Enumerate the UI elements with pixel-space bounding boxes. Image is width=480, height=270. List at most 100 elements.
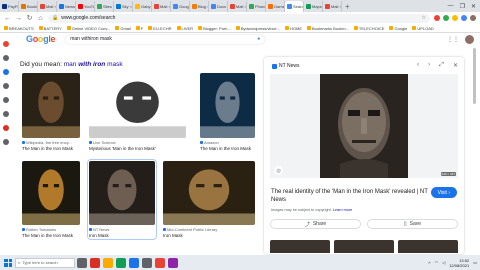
notifications-icon[interactable]: ▭ [473, 260, 477, 265]
browser-tab[interactable]: Games× [266, 1, 285, 12]
home-icon[interactable]: ⌂ [37, 15, 44, 22]
clock[interactable]: 13:52 12/08/2021 [449, 258, 469, 268]
sidebar-icon[interactable] [3, 69, 9, 75]
browser-tab[interactable]: Maps× [304, 1, 323, 12]
result-thumbnail[interactable] [89, 73, 186, 138]
related-image[interactable] [398, 240, 458, 253]
sidebar-icon[interactable] [3, 55, 9, 61]
result-title[interactable]: The Man in the Iron Mask [22, 146, 80, 151]
next-icon[interactable]: › [428, 62, 430, 69]
extension-icon[interactable] [452, 15, 458, 21]
browser-tab[interactable]: Sky × [114, 1, 133, 12]
file-explorer-icon[interactable] [103, 257, 113, 268]
taskbar-search[interactable]: ⌕ Type here to search [15, 257, 75, 268]
browser-tab[interactable]: Mail × [152, 1, 171, 12]
browser-tab[interactable]: PayPal× [0, 1, 19, 12]
preview-source[interactable]: NT News [272, 63, 299, 69]
apps-grid-icon[interactable]: ⋮⋮ [447, 36, 459, 43]
edge-icon[interactable] [116, 257, 126, 268]
browser-tab[interactable]: Blog× [190, 1, 209, 12]
result-thumbnail[interactable] [163, 161, 255, 225]
scrollbar-thumb[interactable] [473, 48, 476, 104]
image-result[interactable]: Live Science Mysterious 'Man in the Iron… [89, 73, 186, 151]
browser-tab[interactable]: Docs× [209, 1, 228, 12]
result-title[interactable]: Iron Mask [163, 233, 255, 238]
save-button[interactable]: ▯ Save [367, 219, 458, 229]
result-title[interactable]: Iron Mask [89, 233, 155, 238]
chrome-icon[interactable] [155, 257, 165, 268]
preview-image[interactable]: 640 × 427 ◎ [270, 74, 458, 178]
sidebar-icon[interactable] [3, 125, 9, 131]
result-thumbnail[interactable] [22, 73, 80, 138]
bookmark-item[interactable]: Bydwordpress/vince... [235, 26, 280, 31]
reload-icon[interactable]: ↻ [26, 14, 33, 22]
image-result[interactable]: Amazon The Man in the Iron Mask [200, 73, 255, 151]
browser-tab[interactable]: Photos× [247, 1, 266, 12]
visit-button[interactable]: Visit › [430, 187, 457, 198]
image-result[interactable]: Mid-Continent Public Library Iron Mask [163, 161, 255, 238]
browser-tab[interactable]: YouTube× [76, 1, 95, 12]
close-window-icon[interactable]: ✕ [471, 3, 476, 10]
back-icon[interactable]: ← [4, 15, 11, 22]
bookmark-item[interactable]: Online VIDEO Conv... [66, 26, 110, 31]
close-icon[interactable]: ✕ [453, 62, 458, 69]
bookmark-item[interactable]: UPLOAD [412, 26, 434, 31]
sidebar-icon[interactable] [3, 83, 9, 89]
bookmark-item[interactable]: HOME [285, 26, 302, 31]
bookmark-item[interactable]: EU-ECHR [148, 26, 172, 31]
result-source[interactable]: Live Science [93, 140, 116, 145]
start-button[interactable] [3, 258, 13, 268]
sidebar-icon[interactable] [3, 97, 9, 103]
related-image[interactable] [270, 240, 330, 253]
bookmark-item[interactable]: BREAKOUTS [4, 26, 34, 31]
chevron-up-icon[interactable]: ˄ [428, 260, 430, 265]
url-input[interactable]: 🔒 www.google.com/search ☆ [48, 13, 430, 23]
minimize-icon[interactable]: — [448, 3, 454, 10]
mail-icon[interactable] [129, 257, 139, 268]
network-icon[interactable]: ◠ [435, 260, 439, 265]
sidebar-icon[interactable] [3, 41, 9, 47]
bookmark-item[interactable]: Bookmarks Bookm... [307, 26, 349, 31]
mic-icon[interactable]: ● [257, 36, 260, 42]
browser-tab[interactable]: Mail × [228, 1, 247, 12]
result-title[interactable]: The Man in the Iron Mask [22, 233, 80, 238]
browser-tab[interactable]: Goog× [171, 1, 190, 12]
share-button[interactable]: ⤴ Share [270, 219, 361, 229]
browser-tab[interactable]: Sites× [95, 1, 114, 12]
open-new-icon[interactable]: ⤢ [439, 62, 444, 69]
sidebar-icon[interactable] [3, 139, 9, 145]
store-icon[interactable] [142, 257, 152, 268]
result-source[interactable]: Mid-Continent Public Library [167, 227, 217, 232]
volume-icon[interactable]: ◁ [442, 260, 445, 265]
learn-more-link[interactable]: Learn more [333, 208, 352, 212]
result-title[interactable]: The Man in the Iron Mask [200, 146, 255, 151]
avatar[interactable] [465, 34, 474, 44]
profile-icon[interactable] [470, 15, 476, 21]
browser-tab[interactable]: Gaby × [133, 1, 152, 12]
bookmark-item[interactable]: LIVER [176, 26, 193, 31]
close-tab-icon[interactable]: × [130, 4, 132, 9]
bookmark-item[interactable]: Gmail [115, 26, 131, 31]
lens-icon[interactable]: ◎ [274, 166, 283, 175]
maximize-icon[interactable]: ❐ [460, 3, 465, 10]
bookmark-item[interactable]: Google [389, 26, 407, 31]
new-tab-button[interactable]: + [342, 2, 353, 11]
result-source[interactable]: Amazon [204, 140, 219, 145]
result-source[interactable]: NT News [93, 227, 109, 232]
result-source[interactable]: Rotten Tomatoes [26, 227, 56, 232]
image-result-selected[interactable]: NT News Iron Mask [87, 159, 157, 240]
browser-tab[interactable]: Bookings× [19, 1, 38, 12]
bookmark-item[interactable]: BATTERY [38, 26, 62, 31]
browser-tab[interactable]: Mail × [323, 1, 342, 12]
bookmark-item[interactable]: TELECHOICE [353, 26, 384, 31]
preview-title[interactable]: The real identity of the 'Man in the Iro… [271, 188, 431, 204]
result-source[interactable]: Wikipedia, the free ency... [26, 140, 72, 145]
browser-icon[interactable] [90, 257, 100, 268]
page-scrollbar[interactable] [472, 45, 477, 255]
related-image[interactable] [334, 240, 394, 253]
browser-tab[interactable]: Search× [285, 1, 304, 12]
extension-icon[interactable] [443, 15, 449, 21]
search-input[interactable]: man withiron mask ● [65, 35, 265, 44]
did-you-mean-link[interactable]: man with iron mask [64, 61, 123, 68]
forward-icon[interactable]: → [15, 15, 22, 22]
